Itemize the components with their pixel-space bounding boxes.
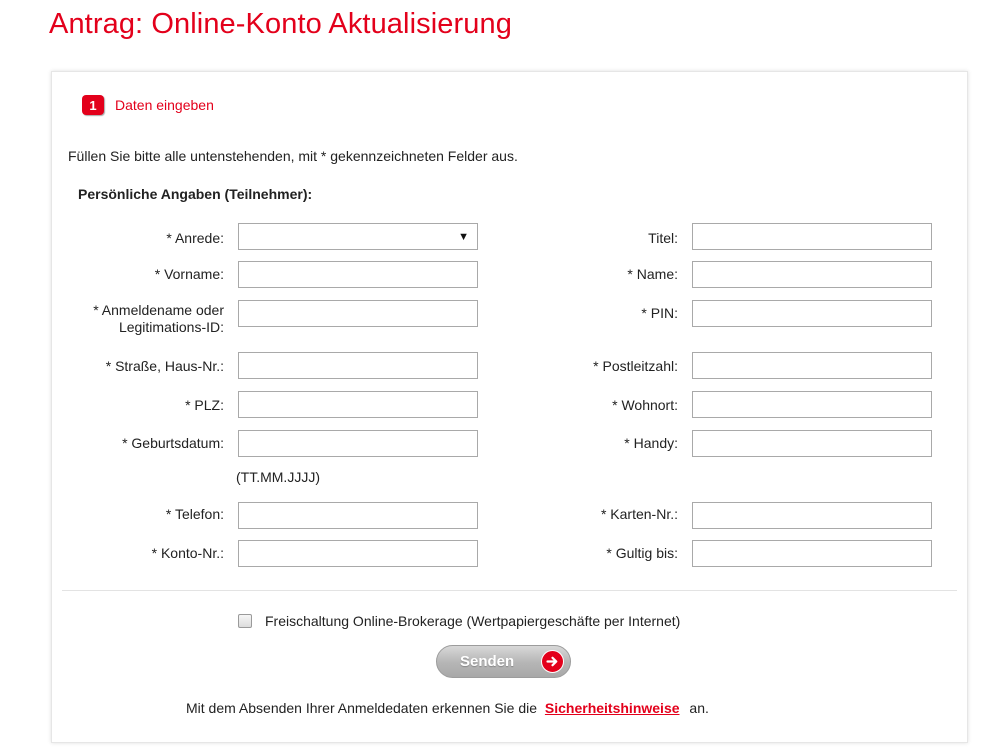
handy-label: * Handy: — [624, 435, 678, 451]
vorname-label: * Vorname: — [154, 266, 224, 282]
geburtsdatum-label: * Geburtsdatum: — [122, 435, 224, 451]
handy-input[interactable] — [692, 430, 932, 457]
name-input[interactable] — [692, 261, 932, 288]
telefon-label: * Telefon: — [165, 506, 224, 522]
karten-nr-label: * Karten-Nr.: — [600, 506, 678, 522]
arrow-right-circle-icon — [541, 650, 564, 673]
brokerage-checkbox-row: Freischaltung Online-Brokerage (Wertpapi… — [238, 613, 680, 629]
strasse-input[interactable] — [238, 352, 478, 379]
date-format-hint: (TT.MM.JJJJ) — [236, 469, 320, 485]
wohnort-input[interactable] — [692, 391, 932, 418]
section-title: Persönliche Angaben (Teilnehmer): — [78, 186, 313, 202]
send-button-label: Senden — [460, 653, 515, 670]
gultig-bis-input[interactable] — [692, 540, 932, 567]
plz-label: * PLZ: — [185, 397, 224, 413]
arrow-right-glyph — [546, 656, 558, 667]
strasse-label: * Straße, Haus-Nr.: — [105, 358, 224, 374]
form-panel: 1 Daten eingeben Füllen Sie bitte alle u… — [51, 71, 968, 743]
titel-input[interactable] — [692, 223, 932, 250]
step-number-badge: 1 — [82, 95, 104, 115]
footer-text-before: Mit dem Absenden Ihrer Anmeldedaten erke… — [186, 700, 538, 716]
pin-input[interactable] — [692, 300, 932, 327]
form-instruction: Füllen Sie bitte alle untenstehenden, mi… — [68, 148, 518, 164]
postleitzahl-input[interactable] — [692, 352, 932, 379]
karten-nr-input[interactable] — [692, 502, 932, 529]
brokerage-checkbox[interactable] — [238, 614, 252, 628]
geburtsdatum-input[interactable] — [238, 430, 478, 457]
step-indicator: 1 Daten eingeben — [82, 95, 214, 115]
konto-nr-input[interactable] — [238, 540, 478, 567]
pin-label: * PIN: — [641, 305, 678, 321]
vorname-input[interactable] — [238, 261, 478, 288]
sicherheitshinweise-link[interactable]: Sicherheitshinweise — [545, 700, 680, 716]
send-button[interactable]: Senden — [436, 645, 571, 678]
wohnort-label: * Wohnort: — [612, 397, 678, 413]
name-label: * Name: — [627, 266, 678, 282]
footer-notice: Mit dem Absenden Ihrer Anmeldedaten erke… — [186, 700, 709, 716]
anmeldename-label: * Anmeldename oder Legitimations-ID: — [93, 302, 224, 335]
anrede-select[interactable]: ▼ — [238, 223, 478, 250]
plz-input[interactable] — [238, 391, 478, 418]
dropdown-arrow-icon: ▼ — [458, 230, 469, 243]
konto-nr-label: * Konto-Nr.: — [151, 545, 224, 561]
form-divider — [62, 590, 957, 591]
gultig-bis-label: * Gultig bis: — [606, 545, 678, 561]
postleitzahl-label: * Postleitzahl: — [593, 358, 678, 374]
titel-label: Titel: — [648, 230, 678, 246]
anrede-label: * Anrede: — [166, 230, 224, 246]
footer-text-after: an. — [689, 700, 709, 716]
anmeldename-input[interactable] — [238, 300, 478, 327]
telefon-input[interactable] — [238, 502, 478, 529]
page-title: Antrag: Online-Konto Aktualisierung — [49, 8, 512, 40]
step-label: Daten eingeben — [115, 97, 214, 113]
brokerage-checkbox-label[interactable]: Freischaltung Online-Brokerage (Wertpapi… — [265, 613, 680, 629]
